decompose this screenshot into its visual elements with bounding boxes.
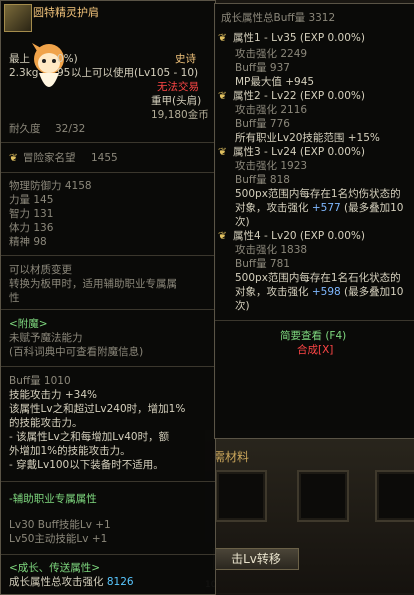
synthesis-link[interactable]: 合成[X]: [297, 344, 333, 356]
enchant-status: 未赋予魔法能力: [9, 332, 83, 344]
stat-label: 物理防御力: [9, 180, 62, 192]
attribute-extra-value: +598: [311, 286, 341, 298]
attribute-extra-value: +577: [311, 202, 341, 214]
materials-header: 需材料: [213, 450, 250, 464]
item-tooltip: 圆特精灵护肩 最上 0%) 史诗 2.3kg 95 以上可以使用(Lv105 -…: [0, 0, 216, 595]
attribute-extra: 500px范围内每存在1名灼伤状态的: [235, 188, 401, 200]
stat-value: 98: [33, 236, 47, 248]
attribute-attack: 攻击强化 1923: [235, 160, 308, 172]
attribute-name: 属性4 - Lv20 (EXP 0.00%): [233, 230, 365, 242]
attribute-extra: MP最大值 +945: [235, 76, 315, 88]
attribute-attack: 攻击强化 2249: [235, 48, 308, 60]
aux-job-header: -辅助职业专属属性: [9, 493, 97, 505]
buff-line: 外增加1%的技能攻击力。: [9, 445, 131, 457]
item-name: 圆特精灵护肩: [33, 6, 99, 19]
attribute-attack: 攻击强化 1838: [235, 244, 308, 256]
brief-view-toggle[interactable]: 简要查看 (F4): [280, 330, 346, 342]
reputation-icon: ❦: [9, 152, 18, 164]
attribute-name: 属性2 - Lv22 (EXP 0.00%): [233, 90, 365, 102]
slot-type: 重甲(头肩): [151, 95, 202, 107]
growth-buff-total: 3312: [308, 12, 336, 24]
stat-value: 136: [33, 222, 54, 234]
attribute-icon: ❦: [218, 32, 227, 44]
sell-price: 19,180金币: [151, 109, 209, 121]
reputation-value: 1455: [91, 152, 118, 164]
attribute-buff: Buff量 818: [235, 174, 290, 186]
attribute-icon: ❦: [218, 146, 227, 158]
attribute-extra: 对象，攻击强化: [235, 202, 312, 214]
attribute-extra: 对象，攻击强化: [235, 286, 312, 298]
buff-line: 该属性Lv之和超过Lv240时，增加1%: [9, 403, 186, 415]
attribute-buff: Buff量 781: [235, 258, 290, 270]
stat-label: 力量: [9, 194, 30, 206]
growth-total-value: 8126: [106, 576, 134, 588]
growth-buff-title: 成长属性总Buff量: [221, 12, 306, 24]
enchant-hint: (百科词典中可查看附魔信息): [9, 346, 144, 358]
grade-percent: 0%): [57, 53, 78, 65]
stat-label: 精神: [9, 236, 30, 248]
weight-prefix: 2.3kg: [9, 67, 39, 79]
material-slot-3[interactable]: [375, 470, 414, 522]
growth-attributes-panel: 成长属性总Buff量 3312 ❦ 属性1 - Lv35 (EXP 0.00%)…: [214, 3, 414, 439]
durability-label: 耐久度: [9, 123, 41, 135]
buff-line: - 穿戴Lv100以下装备时不适用。: [9, 459, 164, 471]
attribute-extra: 所有职业Lv20技能范围 +15%: [235, 132, 380, 144]
transmute-note-line2: 性: [9, 292, 20, 304]
attribute-name: 属性3 - Lv24 (EXP 0.00%): [233, 146, 365, 158]
stat-value: 131: [33, 208, 54, 220]
weight-suffix: 95: [57, 67, 71, 79]
background-synthesis-window: 需材料 击Lv转移 10: [205, 430, 414, 593]
trade-status: 无法交易: [157, 81, 199, 93]
stat-value: 145: [33, 194, 54, 206]
attribute-extra: 次): [235, 216, 250, 228]
attribute-name: 属性1 - Lv35 (EXP 0.00%): [233, 32, 365, 44]
reputation-label: 冒险家名望: [23, 152, 76, 164]
buff-amount: Buff量 1010: [9, 375, 71, 387]
material-slot-1[interactable]: [215, 470, 267, 522]
attribute-extra: (最多叠加10: [340, 202, 404, 214]
attribute-extra: 500px范围内每存在1名石化状态的: [235, 272, 401, 284]
attribute-icon: ❦: [218, 230, 227, 242]
material-change-note: 可以材质变更: [9, 264, 72, 276]
durability-value: 32/32: [55, 123, 86, 135]
growth-header: <成长、传送属性>: [9, 562, 101, 574]
buff-line: 技能攻击力 +34%: [9, 389, 97, 401]
aux-job-line: Lv50主动技能Lv +1: [9, 533, 108, 545]
shoulder-armor-icon: [4, 4, 32, 32]
level-transfer-button[interactable]: 击Lv转移: [213, 548, 299, 570]
attribute-attack: 攻击强化 2116: [235, 104, 308, 116]
buff-line: - 该属性Lv之和每增加Lv40时，额: [9, 431, 170, 443]
attribute-buff: Buff量 937: [235, 62, 290, 74]
growth-total-label: 成长属性总攻击强化: [9, 576, 104, 588]
level-requirement: 以上可以使用(Lv105 - 10): [71, 67, 199, 79]
aux-job-line: Lv30 Buff技能Lv +1: [9, 519, 111, 531]
material-slot-2[interactable]: [297, 470, 349, 522]
stat-label: 体力: [9, 222, 30, 234]
attribute-icon: ❦: [218, 90, 227, 102]
rarity-label: 史诗: [175, 53, 196, 65]
buff-line: 的技能攻击力。: [9, 417, 83, 429]
attribute-extra: (最多叠加10: [340, 286, 404, 298]
transmute-note-line1: 转换为板甲时，适用辅助职业专属属: [9, 278, 177, 290]
attribute-buff: Buff量 776: [235, 118, 290, 130]
attribute-extra: 次): [235, 300, 250, 312]
stat-label: 智力: [9, 208, 30, 220]
enchant-header: <附魔>: [9, 318, 48, 330]
grade-label: 最上: [9, 53, 30, 65]
stat-value: 4158: [64, 180, 92, 192]
